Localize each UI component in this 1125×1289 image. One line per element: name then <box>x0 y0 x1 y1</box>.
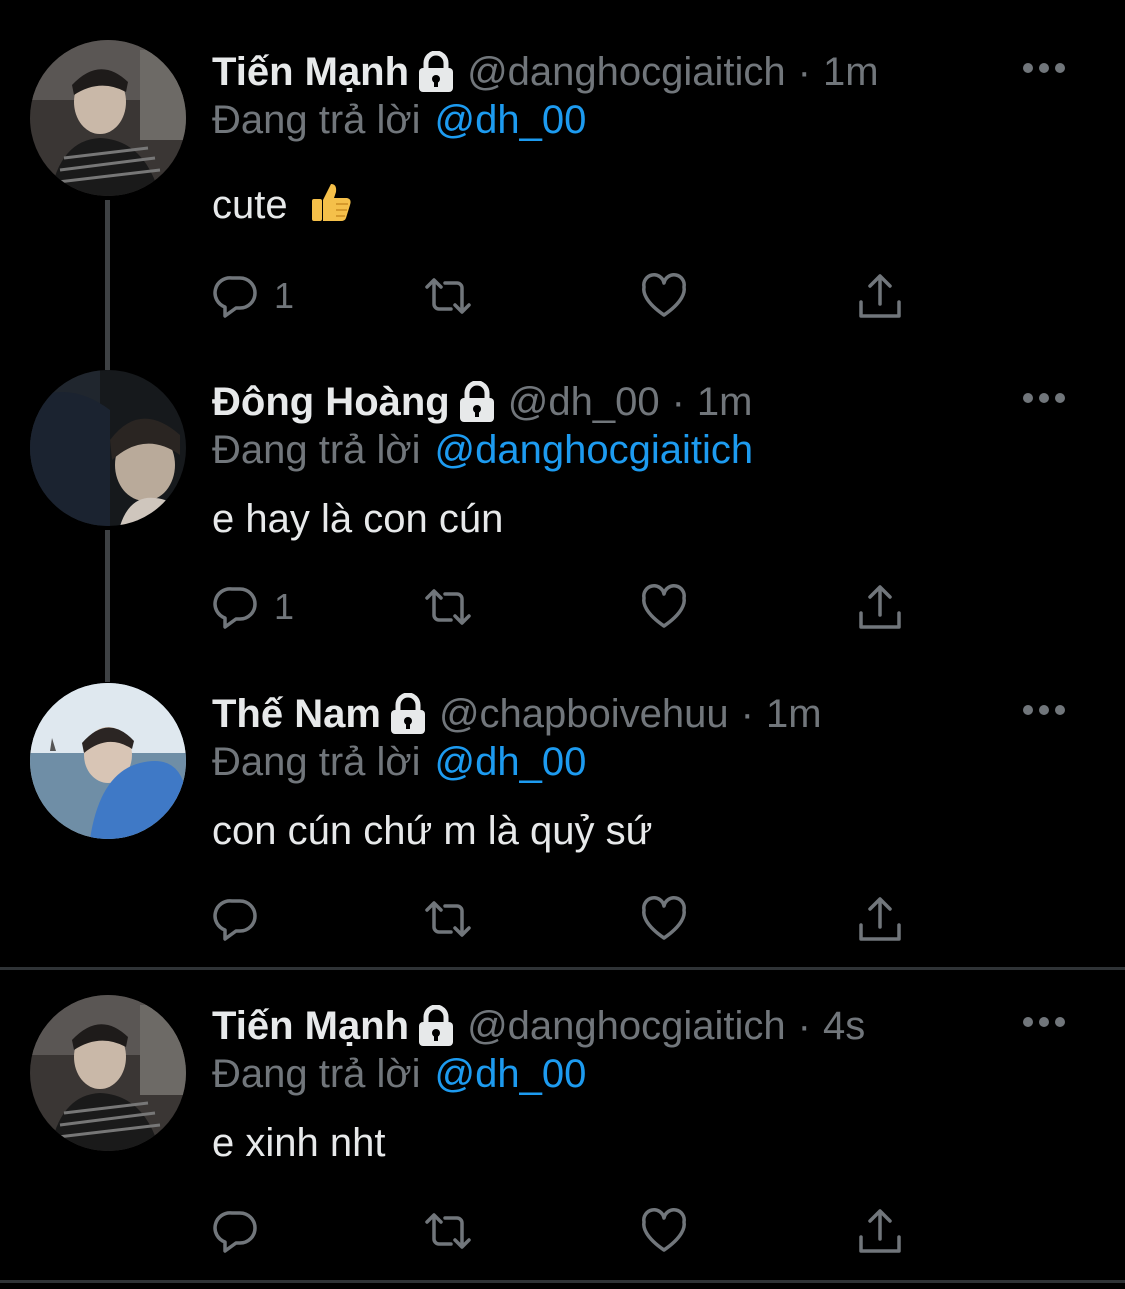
tweet-actions <box>212 893 912 945</box>
reply-button[interactable] <box>212 893 274 945</box>
tweet-text-content: cute <box>212 183 288 227</box>
mention-link[interactable]: @dh_00 <box>435 98 587 142</box>
avatar[interactable] <box>30 40 186 196</box>
mention-link[interactable]: @dh_00 <box>435 1052 587 1096</box>
user-handle[interactable]: @chapboivehuu <box>439 690 729 738</box>
tweet-text-content: e hay là con cún <box>212 497 504 541</box>
share-icon <box>859 1209 901 1253</box>
tweet[interactable]: Tiến Mạnh @danghocgiaitich · 1m Đang trả… <box>0 0 1125 335</box>
more-options-icon[interactable] <box>1022 58 1066 78</box>
display-name[interactable]: Tiến Mạnh <box>212 1002 409 1050</box>
tweet-text: con cún chứ m là quỷ sứ <box>212 807 652 855</box>
more-options-icon[interactable] <box>1022 388 1066 408</box>
tweet-actions: 1 <box>212 270 912 322</box>
share-button[interactable] <box>856 893 904 945</box>
thumbs-up-icon <box>311 184 351 221</box>
more-options-icon[interactable] <box>1022 700 1066 720</box>
like-button[interactable] <box>640 893 688 945</box>
display-name[interactable]: Tiến Mạnh <box>212 48 409 96</box>
replying-label: Đang trả lời <box>212 1052 421 1096</box>
mention-link[interactable]: @dh_00 <box>435 740 587 784</box>
retweet-button[interactable] <box>424 581 472 633</box>
tweet-text-content: e xinh nht <box>212 1121 386 1165</box>
share-icon <box>859 274 901 318</box>
separator-dot: · <box>797 50 811 94</box>
reply-icon <box>213 276 257 318</box>
share-button[interactable] <box>856 581 904 633</box>
retweet-button[interactable] <box>424 893 472 945</box>
avatar[interactable] <box>30 683 186 839</box>
retweet-button[interactable] <box>424 1205 472 1257</box>
lock-icon <box>419 51 454 92</box>
retweet-icon <box>425 278 471 314</box>
tweet-text: e hay là con cún <box>212 495 503 543</box>
tweet[interactable]: Thế Nam @chapboivehuu · 1m Đang trả lời @… <box>0 647 1125 969</box>
reply-button[interactable]: 1 <box>212 581 294 633</box>
timestamp[interactable]: 1m <box>697 378 753 426</box>
tweet-text-content: con cún chứ m là quỷ sứ <box>212 809 653 853</box>
lock-icon <box>390 693 425 734</box>
replying-to: Đang trả lời @danghocgiaitich <box>212 426 753 474</box>
display-name[interactable]: Thế Nam <box>212 690 381 738</box>
replying-to: Đang trả lời @dh_00 <box>212 738 586 786</box>
tweet-text: cute <box>212 180 353 229</box>
tweet-header: Thế Nam @chapboivehuu · 1m <box>212 690 822 738</box>
heart-icon <box>642 584 686 628</box>
retweet-icon <box>425 1213 471 1249</box>
separator-dot: · <box>740 692 754 736</box>
replying-label: Đang trả lời <box>212 98 421 142</box>
reply-button[interactable]: 1 <box>212 270 294 322</box>
like-button[interactable] <box>640 270 688 322</box>
separator-dot: · <box>671 380 685 424</box>
avatar[interactable] <box>30 370 186 526</box>
replying-to: Đang trả lời @dh_00 <box>212 96 586 144</box>
timestamp[interactable]: 1m <box>766 690 822 738</box>
avatar[interactable] <box>30 995 186 1151</box>
reply-icon <box>213 587 257 629</box>
tweet-header: Tiến Mạnh @danghocgiaitich · 4s <box>212 1002 865 1050</box>
tweet-actions <box>212 1205 912 1257</box>
retweet-icon <box>425 589 471 625</box>
divider <box>0 1280 1125 1283</box>
reply-count: 1 <box>274 275 295 316</box>
timestamp[interactable]: 4s <box>823 1002 865 1050</box>
retweet-button[interactable] <box>424 270 472 322</box>
share-button[interactable] <box>856 270 904 322</box>
tweet[interactable]: Đông Hoàng @dh_00 · 1m Đang trả lời @dang… <box>0 335 1125 647</box>
replying-to: Đang trả lời @dh_00 <box>212 1050 586 1098</box>
share-button[interactable] <box>856 1205 904 1257</box>
tweet-text: e xinh nht <box>212 1119 385 1167</box>
reply-count: 1 <box>274 586 295 627</box>
tweet-actions: 1 <box>212 581 912 633</box>
separator-dot: · <box>797 1004 811 1048</box>
like-button[interactable] <box>640 1205 688 1257</box>
tweet-header: Đông Hoàng @dh_00 · 1m <box>212 378 752 426</box>
lock-icon <box>419 1005 454 1046</box>
reply-icon <box>213 899 257 941</box>
like-button[interactable] <box>640 581 688 633</box>
timestamp[interactable]: 1m <box>823 48 879 96</box>
tweet[interactable]: Tiến Mạnh @danghocgiaitich · 4s Đang trả… <box>0 969 1125 1281</box>
heart-icon <box>642 896 686 940</box>
lock-icon <box>459 381 494 422</box>
mention-link[interactable]: @danghocgiaitich <box>435 428 754 472</box>
heart-icon <box>642 1208 686 1252</box>
reply-icon <box>213 1211 257 1253</box>
heart-icon <box>642 273 686 317</box>
replying-label: Đang trả lời <box>212 740 421 784</box>
more-options-icon[interactable] <box>1022 1012 1066 1032</box>
reply-button[interactable] <box>212 1205 274 1257</box>
tweet-thread: Tiến Mạnh @danghocgiaitich · 1m Đang trả… <box>0 0 1125 1289</box>
user-handle[interactable]: @danghocgiaitich <box>467 1002 786 1050</box>
display-name[interactable]: Đông Hoàng <box>212 378 450 426</box>
share-icon <box>859 585 901 629</box>
user-handle[interactable]: @danghocgiaitich <box>467 48 786 96</box>
retweet-icon <box>425 901 471 937</box>
share-icon <box>859 897 901 941</box>
tweet-header: Tiến Mạnh @danghocgiaitich · 1m <box>212 48 879 96</box>
replying-label: Đang trả lời <box>212 428 421 472</box>
user-handle[interactable]: @dh_00 <box>508 378 660 426</box>
